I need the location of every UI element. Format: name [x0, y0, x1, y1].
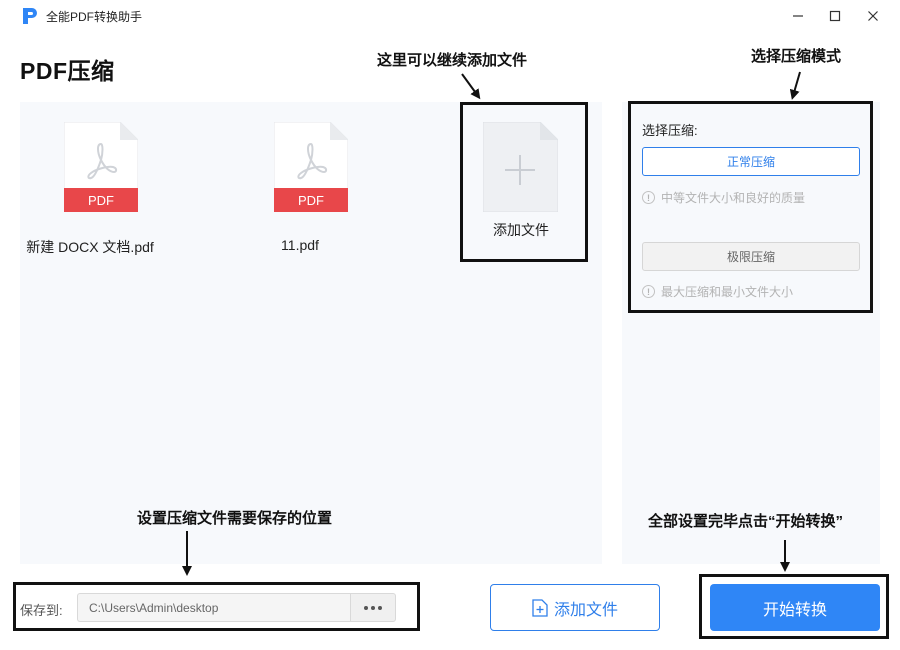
annotation-box-compression — [628, 101, 873, 313]
annotation-save-location: 设置压缩文件需要保存的位置 — [137, 510, 333, 527]
maximize-icon — [829, 10, 841, 22]
arrow-add-more — [461, 73, 481, 100]
pdf-badge: PDF — [88, 193, 114, 208]
maximize-button[interactable] — [822, 4, 848, 28]
page-title: PDF压缩 — [20, 58, 115, 84]
pdf-file-icon: PDF — [274, 122, 348, 212]
pdf-badge: PDF — [298, 193, 324, 208]
app-logo-icon — [23, 8, 37, 24]
file-name: 11.pdf — [281, 237, 319, 253]
file-name: 新建 DOCX 文档.pdf — [26, 239, 154, 255]
minimize-button[interactable] — [785, 4, 811, 28]
arrow-select-mode — [789, 71, 801, 100]
annotation-start-hint: 全部设置完毕点击“开始转换” — [648, 513, 844, 530]
annotation-box-add-tile — [460, 102, 588, 262]
add-file-button-label: 添加文件 — [553, 601, 618, 619]
add-file-icon — [532, 598, 548, 617]
annotation-box-start — [699, 574, 889, 639]
app-title: 全能PDF转换助手 — [46, 10, 143, 24]
annotation-box-save-path — [13, 582, 420, 631]
annotation-add-more: 这里可以继续添加文件 — [377, 52, 528, 69]
title-bar: 全能PDF转换助手 — [0, 0, 900, 32]
add-file-button[interactable]: 添加文件 — [490, 584, 660, 631]
annotation-select-mode: 选择压缩模式 — [751, 48, 842, 65]
close-icon — [868, 11, 878, 21]
pdf-file-icon: PDF — [64, 122, 138, 212]
minimize-icon — [793, 15, 803, 17]
close-button[interactable] — [860, 4, 886, 28]
